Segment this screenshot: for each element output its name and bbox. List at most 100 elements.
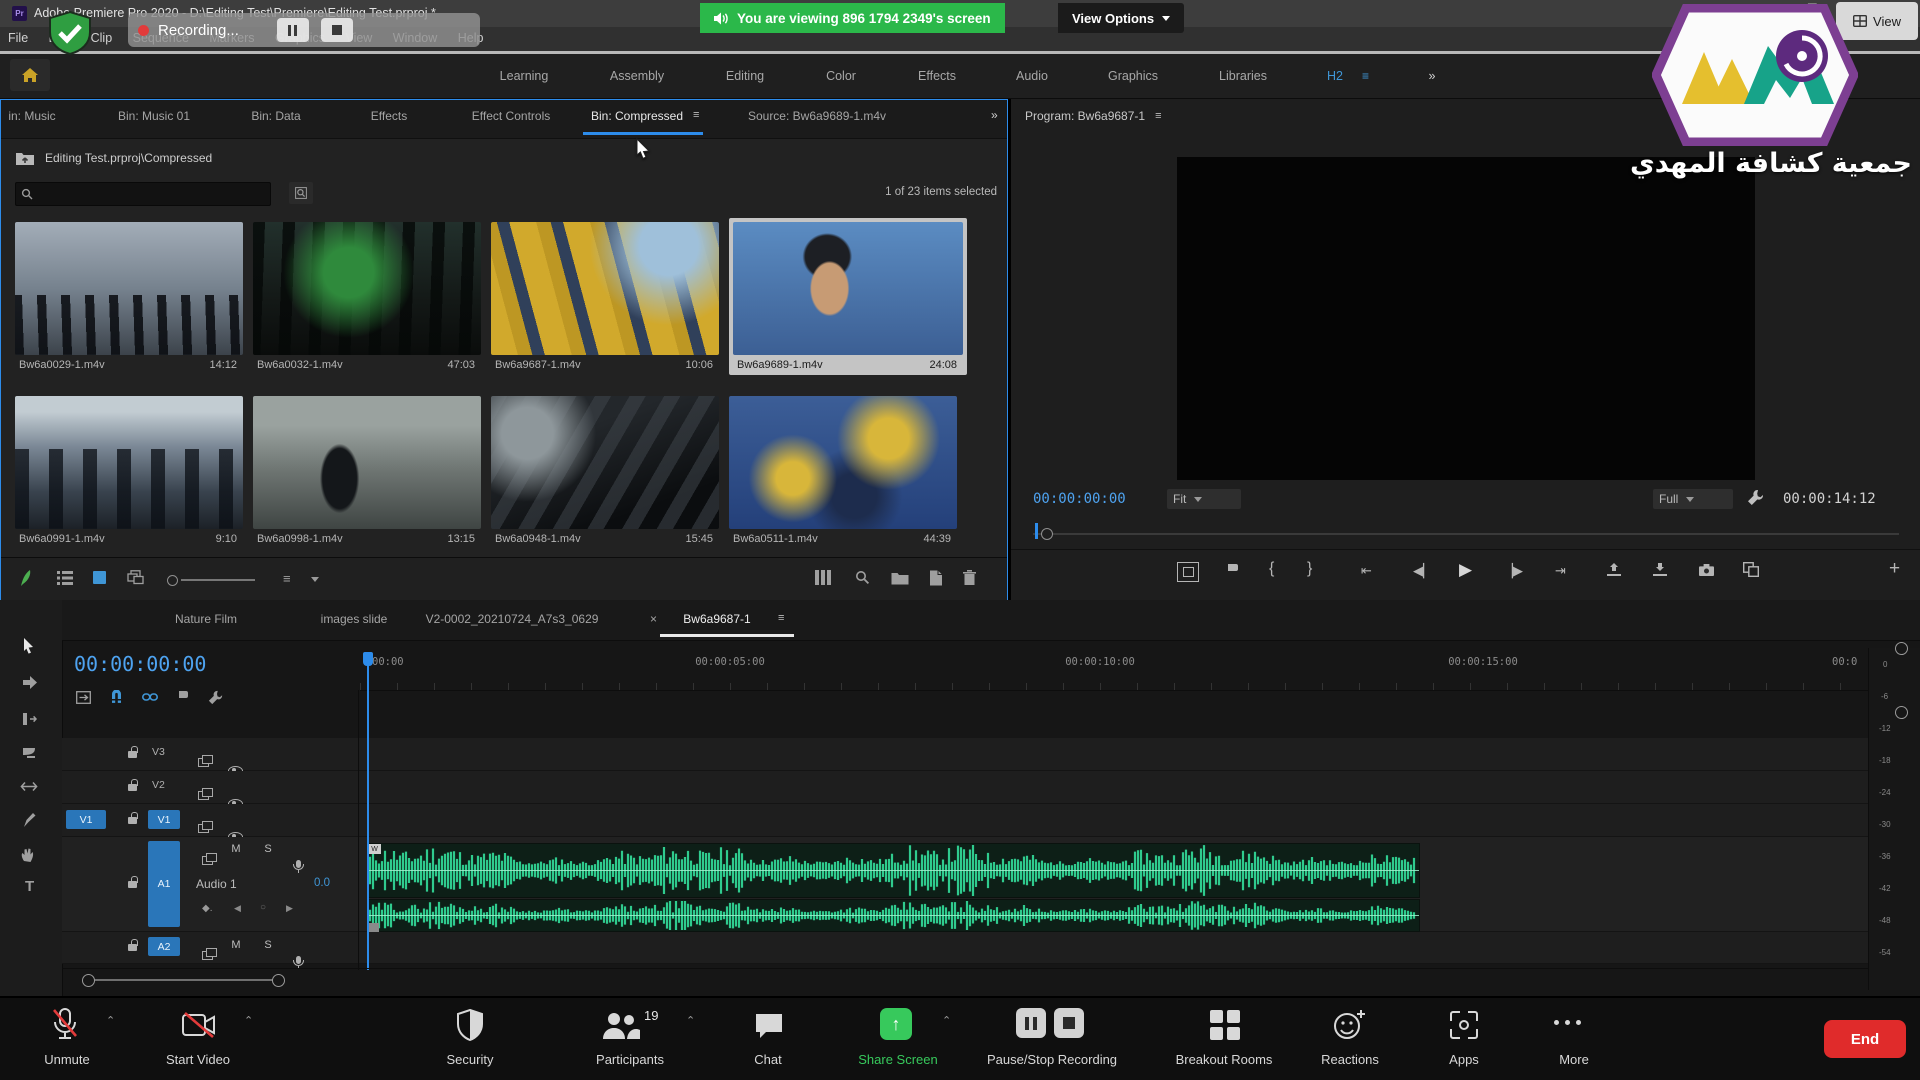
go-to-out-icon[interactable]: ⇥: [1555, 563, 1566, 579]
track-name[interactable]: Audio 1: [196, 877, 237, 891]
program-resolution-dropdown[interactable]: Full: [1653, 489, 1733, 509]
security-button[interactable]: Security: [428, 1006, 512, 1072]
participants-button[interactable]: 19 ⌃ Participants: [560, 1006, 700, 1072]
slip-tool[interactable]: [20, 780, 38, 793]
panel-overflow-chevron[interactable]: »: [991, 108, 998, 122]
stop-recording-icon[interactable]: [1054, 1008, 1084, 1038]
track-gain-value[interactable]: 0.0: [314, 877, 330, 889]
tab-effects[interactable]: Effects: [371, 109, 407, 123]
sequence-tab[interactable]: images slide: [321, 612, 388, 626]
play-button[interactable]: ▶: [1459, 560, 1472, 580]
timeline-settings-wrench-icon[interactable]: [208, 690, 223, 705]
search-bin-button[interactable]: [289, 182, 313, 204]
vscroll-knob[interactable]: [1895, 642, 1908, 655]
add-button-icon[interactable]: +: [1889, 558, 1900, 580]
icon-view-icon[interactable]: [93, 571, 106, 584]
program-scrubber-track[interactable]: [1033, 533, 1899, 535]
sequence-tab-active[interactable]: Bw6a9687-1: [683, 612, 750, 626]
start-video-button[interactable]: ⌃ Start Video: [140, 1006, 256, 1072]
home-button[interactable]: [10, 59, 50, 91]
trash-icon[interactable]: [963, 570, 976, 585]
view-options-button[interactable]: View Options: [1058, 3, 1184, 33]
clip-item[interactable]: Bw6a0998-1.m4v13:15: [253, 396, 481, 545]
next-keyframe-icon[interactable]: ▶: [286, 903, 293, 914]
hand-tool[interactable]: [21, 846, 36, 862]
end-meeting-button[interactable]: End: [1824, 1020, 1906, 1058]
ripple-edit-tool[interactable]: [22, 712, 38, 726]
find-icon[interactable]: [855, 570, 870, 585]
clip-item[interactable]: Bw6a0032-1.m4v47:03: [253, 222, 481, 371]
step-forward-icon[interactable]: ▕▶: [1503, 563, 1523, 579]
timeline-ruler[interactable]: 00:00 00:00:05:00 00:00:10:00 00:00:15:0…: [360, 648, 1868, 691]
apps-button[interactable]: Apps: [1420, 1006, 1508, 1072]
stop-recording-button[interactable]: [321, 18, 353, 42]
clip-item[interactable]: Bw6a0511-1.m4v44:39: [729, 396, 957, 545]
lock-icon[interactable]: [128, 881, 137, 888]
tab-bin-compressed[interactable]: Bin: Compressed: [591, 109, 683, 123]
keyframe-diamond-icon[interactable]: ◆.: [202, 903, 212, 914]
lock-icon[interactable]: [128, 784, 137, 791]
workspace-menu-icon[interactable]: ≡: [1362, 69, 1369, 83]
tab-bin-music[interactable]: in: Music: [8, 109, 55, 123]
lock-icon[interactable]: [128, 817, 137, 824]
panel-menu-icon[interactable]: ≡: [693, 109, 699, 121]
timeline-playhead-timecode[interactable]: 00:00:00:00: [74, 652, 206, 676]
add-marker-icon[interactable]: [1227, 563, 1239, 578]
workspace-tab-audio[interactable]: Audio: [1016, 69, 1048, 83]
audio-clip-lane-right[interactable]: [367, 899, 1420, 932]
track-badge-v2[interactable]: V2: [152, 779, 165, 791]
sort-icon[interactable]: ≡: [283, 571, 291, 586]
tab-bin-music-01[interactable]: Bin: Music 01: [118, 109, 190, 123]
source-patch-icon[interactable]: [198, 824, 209, 833]
workspace-tab-assembly[interactable]: Assembly: [610, 69, 664, 83]
clip-item[interactable]: Bw6a9687-1.m4v10:06: [491, 222, 719, 371]
add-keyframe-icon[interactable]: ○: [260, 902, 266, 913]
hscroll-knob-left[interactable]: [82, 974, 95, 987]
workspace-tab-color[interactable]: Color: [826, 69, 856, 83]
sequence-tab[interactable]: Nature Film: [175, 612, 237, 626]
panel-menu-icon[interactable]: ≡: [778, 612, 784, 624]
track-badge-a2[interactable]: A2: [148, 937, 180, 956]
sequence-tab-close-icon[interactable]: ×: [650, 612, 657, 626]
sort-caret-icon[interactable]: [311, 577, 319, 582]
comparison-view-icon[interactable]: [1743, 562, 1759, 577]
source-patch-badge-v1[interactable]: V1: [66, 810, 106, 829]
go-to-in-icon[interactable]: ⇤: [1361, 563, 1372, 579]
hscroll-knob-right[interactable]: [272, 974, 285, 987]
export-frame-camera-icon[interactable]: [1699, 564, 1714, 576]
new-item-icon[interactable]: [929, 570, 943, 586]
timeline-playhead-handle[interactable]: [363, 652, 373, 666]
program-settings-wrench-icon[interactable]: [1747, 489, 1764, 506]
source-patch-icon[interactable]: [198, 758, 209, 767]
workspace-tab-editing[interactable]: Editing: [726, 69, 764, 83]
timeline-hscroll[interactable]: [62, 968, 1868, 991]
more-button[interactable]: More: [1528, 1006, 1620, 1072]
vscroll-knob[interactable]: [1895, 706, 1908, 719]
clip-item[interactable]: Bw6a0991-1.m4v9:10: [15, 396, 243, 545]
zoom-slider-track[interactable]: [181, 579, 255, 581]
writable-pen-icon[interactable]: [17, 569, 33, 587]
program-zoom-dropdown[interactable]: Fit: [1167, 489, 1241, 509]
solo-track-button[interactable]: S: [260, 843, 276, 855]
new-bin-icon[interactable]: [891, 571, 909, 585]
safe-margins-icon[interactable]: [1177, 562, 1199, 582]
source-patch-icon[interactable]: [198, 791, 209, 800]
participants-options-caret[interactable]: ⌃: [686, 1014, 695, 1027]
program-playhead[interactable]: [1035, 523, 1038, 539]
hscroll-track[interactable]: [90, 979, 278, 981]
tab-source-monitor[interactable]: Source: Bw6a9689-1.m4v: [748, 109, 886, 123]
selection-tool[interactable]: [22, 638, 37, 654]
nest-toggle-icon[interactable]: [76, 691, 91, 704]
lock-icon[interactable]: [128, 944, 137, 951]
track-badge-a1[interactable]: A1: [148, 841, 180, 927]
panel-menu-icon[interactable]: ≡: [1155, 110, 1161, 122]
pause-recording-icon[interactable]: [1016, 1008, 1046, 1038]
timeline-playhead-line[interactable]: [367, 652, 369, 970]
list-view-icon[interactable]: [57, 571, 73, 585]
audio-clip-lane-left[interactable]: W: [367, 843, 1420, 898]
clip-item[interactable]: Bw6a0029-1.m4v14:12: [15, 222, 243, 371]
reactions-button[interactable]: Reactions: [1300, 1006, 1400, 1072]
chat-button[interactable]: Chat: [734, 1006, 802, 1072]
bin-search-input[interactable]: [38, 184, 267, 204]
mute-track-button[interactable]: M: [228, 939, 244, 951]
